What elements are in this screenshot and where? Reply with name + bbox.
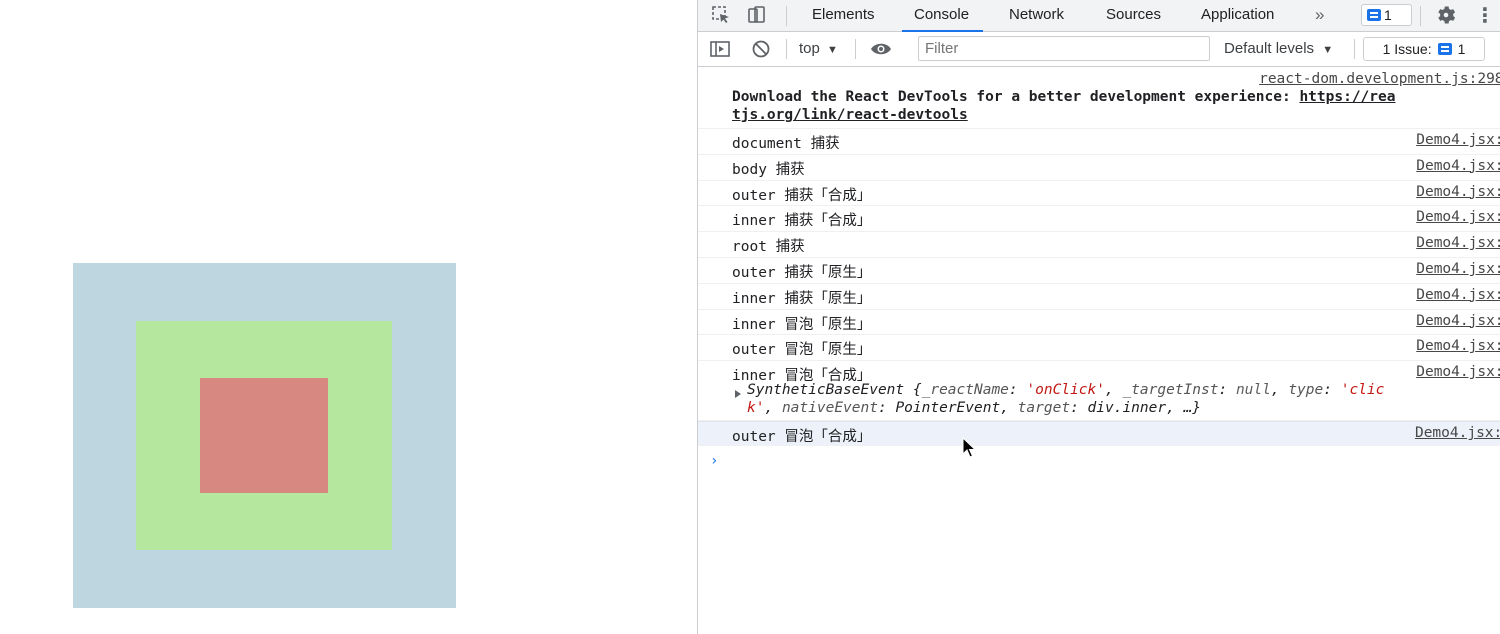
live-expression-eye-icon[interactable] [870,38,892,60]
console-log-row: outer 冒泡「原生」 Demo4.jsx:57 [698,335,1500,362]
expand-triangle-icon[interactable] [735,390,741,399]
context-selector[interactable]: top ▼ [799,32,838,66]
log-text: outer 捕获「原生」 [732,264,872,281]
tab-console[interactable]: Console [901,0,984,32]
console-log-row: inner 捕获「合成」 Demo4.jsx:22 [698,206,1500,233]
console-log-row: outer 捕获「合成」 Demo4.jsx:10 [698,181,1500,207]
log-text: outer 冒泡「原生」 [732,342,872,359]
devtools-link-continued[interactable]: tjs.org/link/react-devtools [732,107,968,123]
log-levels-label: Default levels [1224,40,1315,57]
mouse-cursor-icon [962,437,976,458]
messages-badge[interactable]: 1 [1361,4,1412,26]
devtools-link[interactable]: https://rea [1299,89,1395,105]
sidebar-toggle-icon[interactable] [709,38,731,60]
context-label: top [799,40,820,57]
source-link[interactable]: Demo4.jsx:31 [1416,132,1500,148]
tab-network[interactable]: Network [1009,0,1064,31]
console-log-last: outer 冒泡「合成」 Demo4.jsx:7 [698,421,1500,447]
demo-page [0,0,697,634]
console-log-row: body 捕获 Demo4.jsx:38 [698,155,1500,181]
levels-dropdown-icon: ▼ [1322,44,1334,56]
issues-label: 1 Issue: [1382,41,1432,57]
source-link[interactable]: Demo4.jsx:22 [1416,209,1500,225]
message-count: 1 [1384,7,1392,23]
console-prompt-icon[interactable]: › [710,453,718,469]
issues-count: 1 [1457,41,1466,57]
devtools-panel: Elements Console Network Sources Applica… [697,0,1500,634]
device-toolbar-icon[interactable] [746,4,768,26]
source-link[interactable]: Demo4.jsx:57 [1416,338,1500,354]
devtools-tabbar: Elements Console Network Sources Applica… [698,0,1500,32]
log-text: document 捕获 [732,136,840,152]
console-log-row: inner 捕获「原生」 Demo4.jsx:62 [698,284,1500,310]
outer-box[interactable] [73,263,456,608]
middle-box[interactable] [136,321,392,550]
filter-input[interactable] [918,36,1210,61]
log-text: root 捕获 [732,239,805,256]
more-tabs-icon[interactable]: » [1315,0,1324,31]
source-link[interactable]: Demo4.jsx:16 [1416,364,1500,380]
source-link[interactable]: Demo4.jsx:65 [1416,313,1500,329]
source-link[interactable]: Demo4.jsx:46 [1416,235,1500,251]
console-message-devtools: react-dom.development.js:29840 Download … [698,67,1500,129]
source-link[interactable]: Demo4.jsx:54 [1416,261,1500,277]
synthetic-event-object[interactable]: SyntheticBaseEvent {_reactName: 'onClick… [747,382,1384,398]
source-link[interactable]: Demo4.jsx:38 [1416,158,1500,174]
source-link[interactable]: Demo4.jsx:10 [1416,184,1500,200]
log-text: outer 冒泡「合成」 [732,429,872,446]
devtools-message-line1: Download the React DevTools for a better… [732,89,1300,105]
log-text: inner 冒泡「原生」 [732,316,872,333]
clear-console-icon[interactable] [750,38,772,60]
log-text: body 捕获 [732,161,805,178]
inspect-element-icon[interactable] [710,4,732,26]
log-text: outer 捕获「合成」 [732,187,872,204]
log-text: inner 捕获「原生」 [732,290,872,307]
log-levels-dropdown[interactable]: Default levels ▼ [1224,32,1333,66]
message-icon [1367,9,1381,21]
tab-sources[interactable]: Sources [1106,0,1161,31]
more-options-icon[interactable]: ⋮ [1474,4,1496,27]
console-log-row: inner 冒泡「原生」 Demo4.jsx:65 [698,310,1500,336]
synthetic-event-object-line2[interactable]: k', nativeEvent: PointerEvent, target: d… [747,400,1201,416]
console-log-row: root 捕获 Demo4.jsx:46 [698,232,1500,258]
console-toolbar: top ▼ Default levels ▼ 1 Issue: 1 [698,32,1500,67]
tab-elements[interactable]: Elements [812,0,875,31]
issues-button[interactable]: 1 Issue: 1 [1363,37,1485,61]
issue-icon [1437,43,1452,55]
tab-application[interactable]: Application [1201,0,1274,31]
settings-gear-icon[interactable] [1435,4,1457,26]
console-log-row: outer 捕获「原生」 Demo4.jsx:54 [698,258,1500,284]
source-link[interactable]: Demo4.jsx:62 [1416,287,1500,303]
context-dropdown-icon: ▼ [827,44,838,56]
source-link[interactable]: react-dom.development.js:29840 [1259,71,1500,87]
source-link[interactable]: Demo4.jsx:7 [1415,425,1500,441]
console-log-row: document 捕获 Demo4.jsx:31 [698,129,1500,155]
log-text: inner 捕获「合成」 [732,213,872,230]
inner-box[interactable] [200,378,328,493]
console-log-synthetic: inner 冒泡「合成」 Demo4.jsx:16 SyntheticBaseE… [698,361,1500,422]
console-output: react-dom.development.js:29840 Download … [698,67,1500,634]
devtools-message-text: Download the React DevTools for a better… [732,89,1395,105]
